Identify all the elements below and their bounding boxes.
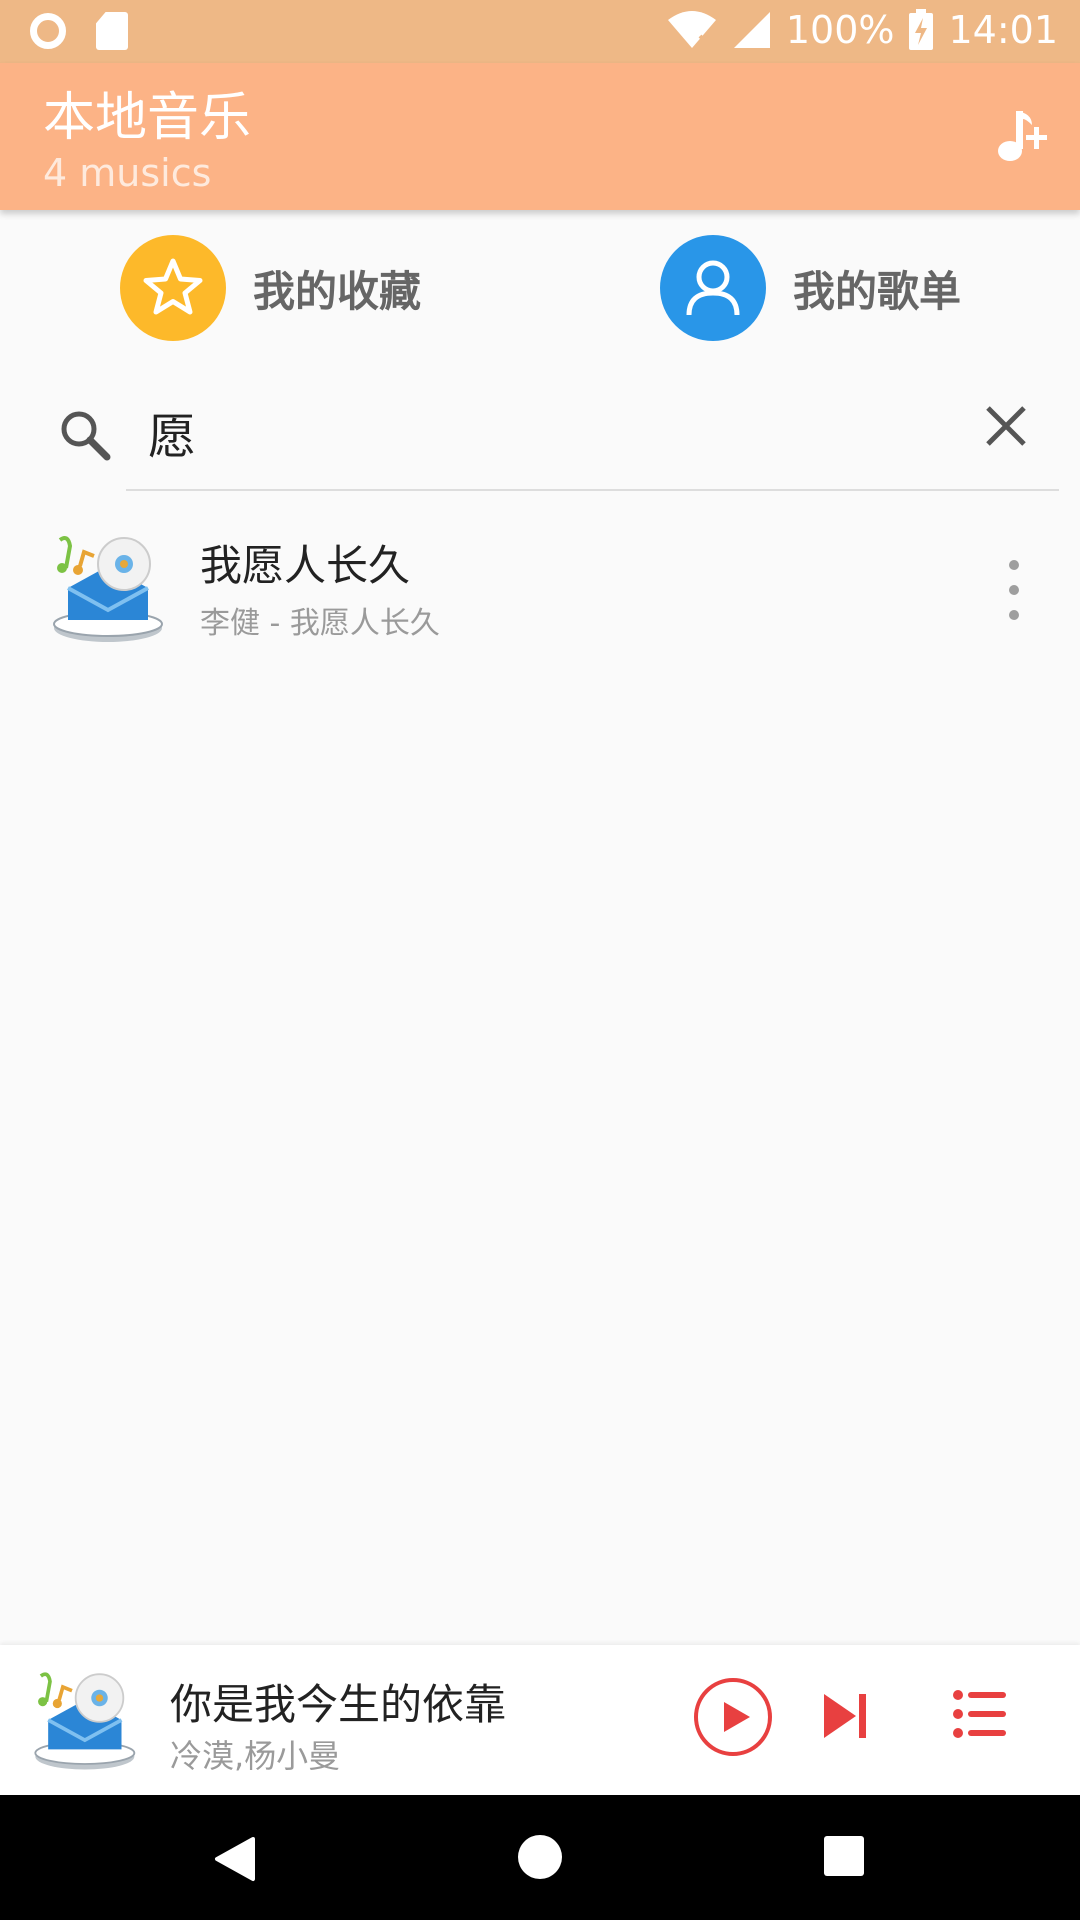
playlists-circle [660, 235, 766, 341]
mini-player[interactable]: 你是我今生的依靠 冷漠,杨小曼 [0, 1645, 1080, 1795]
system-nav-bar [0, 1795, 1080, 1920]
battery-charging-icon [909, 9, 934, 50]
music-plus-icon [998, 111, 1047, 161]
status-left-icons [30, 12, 128, 50]
search-bar [0, 390, 1080, 491]
home-button[interactable] [518, 1835, 562, 1879]
playlist-queue-button[interactable] [952, 1689, 1008, 1739]
notification-circle-icon [30, 13, 66, 49]
close-icon [986, 406, 1026, 446]
clear-search-button[interactable] [982, 402, 1030, 450]
page-title: 本地音乐 [43, 88, 252, 148]
now-playing-artist: 冷漠,杨小曼 [170, 1737, 341, 1775]
play-icon [694, 1678, 772, 1756]
song-title: 我愿人长久 [200, 541, 411, 590]
add-music-button[interactable] [988, 103, 1052, 167]
song-artist-album: 李健 - 我愿人长久 [200, 606, 440, 641]
search-input[interactable] [148, 396, 968, 468]
queue-list-icon [953, 1690, 1006, 1738]
search-underline [126, 489, 1059, 491]
wifi-icon [667, 11, 716, 48]
playlists-shortcut[interactable]: 我的歌单 [660, 235, 961, 341]
search-icon [61, 411, 111, 461]
album-art-icon [53, 536, 163, 642]
star-icon [143, 258, 203, 315]
clock: 14:01 [948, 8, 1058, 52]
now-playing-title: 你是我今生的依靠 [170, 1680, 507, 1729]
app-bar: 本地音乐 4 musics [0, 63, 1080, 210]
person-icon [686, 260, 740, 316]
status-right: 100% 14:01 [666, 8, 1058, 52]
more-options-button[interactable] [998, 560, 1030, 620]
more-vert-dot [1009, 585, 1019, 595]
next-button[interactable] [822, 1690, 870, 1742]
favorites-label: 我的收藏 [253, 266, 422, 316]
status-bar: 100% 14:01 [0, 0, 1080, 63]
now-playing-art-icon [34, 1672, 136, 1770]
more-vert-icon [1009, 560, 1019, 570]
skip-next-icon [824, 1694, 866, 1738]
favorites-shortcut[interactable]: 我的收藏 [120, 235, 421, 341]
battery-percent: 100% [785, 8, 895, 52]
sd-card-icon [96, 12, 128, 50]
list-item[interactable]: 我愿人长久 李健 - 我愿人长久 [0, 510, 1080, 650]
playlists-label: 我的歌单 [793, 266, 962, 316]
back-button[interactable] [213, 1835, 257, 1883]
recent-apps-button[interactable] [824, 1836, 864, 1876]
music-count: 4 musics [43, 151, 212, 195]
play-button[interactable] [693, 1677, 773, 1757]
more-vert-dot [1009, 610, 1019, 620]
signal-icon [733, 12, 770, 48]
favorites-circle [120, 235, 226, 341]
